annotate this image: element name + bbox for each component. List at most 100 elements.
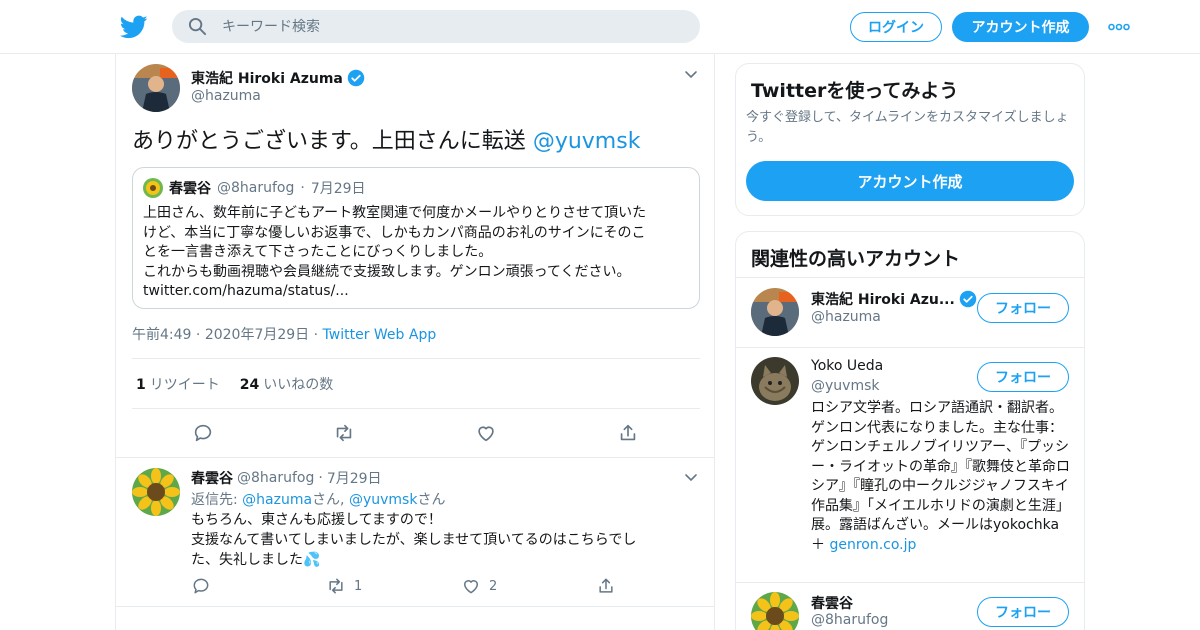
related-account-name[interactable]: 春雲谷 [811, 593, 853, 613]
divider [736, 347, 1084, 348]
follow-button-yuvmsk[interactable]: フォロー [977, 362, 1069, 392]
related-account-name-text: 東浩紀 Hiroki Azu... [811, 292, 955, 308]
reply-suffix: さん [417, 492, 446, 508]
more-dots-icon[interactable] [1108, 20, 1130, 34]
signup-card-button[interactable]: アカウント作成 [746, 161, 1074, 201]
verified-badge-icon [959, 290, 977, 308]
like-stat[interactable]: 24 いいねの数 [240, 374, 333, 394]
retweet-icon[interactable] [333, 422, 355, 444]
dot-separator: · [313, 327, 323, 343]
related-account-name[interactable]: 東浩紀 Hiroki Azu... [811, 289, 977, 309]
reply-mention-hazuma[interactable]: @hazuma [242, 492, 312, 508]
quoted-avatar [143, 178, 163, 198]
reply-author[interactable]: 春雲谷 @8harufog · 7月29日 [191, 468, 382, 488]
tweet-text-content: ありがとうございます。上田さんに転送 [132, 129, 526, 154]
quoted-tweet-header: 春雲谷 @8harufog · 7月29日 [143, 178, 366, 198]
related-avatar-yuvmsk[interactable] [751, 357, 799, 405]
reply-like-count: 2 [489, 578, 498, 594]
related-avatar-8harufog[interactable] [751, 592, 799, 630]
bio-text: ロシア文学者。ロシア語通訳・翻訳者。ゲンロン代表になりました。主な仕事：ゲンロン… [811, 400, 1070, 533]
signup-card: Twitterを使ってみよう 今すぐ登録して、タイムラインをカスタマイズしましょ… [735, 63, 1085, 216]
mention-link[interactable]: @yuvmsk [533, 129, 641, 154]
divider [736, 277, 1084, 278]
divider [116, 457, 714, 458]
quoted-line: これからも動画視聴や会員継続で支援致します。ゲンロン頑張ってください。 [143, 263, 631, 280]
chevron-down-icon[interactable] [684, 70, 698, 80]
quoted-author-handle: @8harufog [217, 180, 295, 196]
divider [736, 582, 1084, 583]
quoted-tweet-text: 上田さん、数年前に子どもアート教室関連で何度かメールやりとりさせて頂いた けど、… [143, 204, 691, 302]
related-account-handle[interactable]: @yuvmsk [811, 378, 879, 394]
tweet-column: 東浩紀 Hiroki Azuma @hazuma ありがとうございます。上田さん… [115, 54, 715, 630]
login-button[interactable]: ログイン [850, 12, 942, 42]
reply-like-action[interactable]: 2 [461, 576, 497, 596]
sunflower-avatar-image [751, 592, 799, 630]
quoted-date: 7月29日 [310, 181, 366, 197]
retweet-stat[interactable]: 1 リツイート [136, 374, 220, 394]
tweet-text: ありがとうございます。上田さんに転送 @yuvmsk [132, 127, 640, 157]
quoted-tweet[interactable]: 春雲谷 @8harufog · 7月29日 上田さん、数年前に子どもアート教室関… [132, 167, 700, 309]
search-box[interactable] [172, 10, 700, 43]
reply-actions: 1 2 [116, 576, 716, 600]
related-account-name[interactable]: Yoko Ueda [811, 358, 883, 374]
sunflower-avatar-image [132, 468, 180, 516]
tweet-source-link[interactable]: Twitter Web App [323, 327, 437, 343]
quoted-line: とを一言書き添えて下さったことにびっくりしました。 [143, 244, 493, 260]
divider [132, 408, 700, 409]
account-bio: ロシア文学者。ロシア語通訳・翻訳者。ゲンロン代表になりました。主な仕事：ゲンロン… [811, 399, 1073, 555]
reply-author-name[interactable]: 春雲谷 [191, 468, 233, 488]
quoted-dot-separator: · [300, 180, 305, 196]
signup-card-description: 今すぐ登録して、タイムラインをカスタマイズしましょう。 [746, 110, 1069, 145]
share-icon [599, 578, 613, 593]
related-avatar-hazuma[interactable] [751, 288, 799, 336]
reply-line: た、失礼しました💦 [191, 552, 321, 568]
twitter-bird-icon[interactable] [120, 13, 148, 41]
reply-icon[interactable] [192, 422, 214, 444]
avatar[interactable] [132, 64, 180, 112]
related-accounts-card: 関連性の高いアカウント 東浩紀 Hiroki Azu... @hazuma フォ… [735, 231, 1085, 630]
verified-badge-icon [347, 69, 365, 87]
reply-dot-separator: · [318, 470, 323, 486]
related-account-handle[interactable]: @8harufog [811, 612, 888, 628]
author-handle[interactable]: @hazuma [191, 88, 261, 104]
reply-mention-yuvmsk[interactable]: @yuvmsk [349, 492, 417, 508]
reply-line: 支援なんて書いてしまいましたが、楽しませて頂いてるのはこちらでし [191, 532, 637, 548]
replying-to: 返信先: @hazumaさん, @yuvmskさん [191, 489, 445, 509]
tweet-actions [116, 422, 716, 446]
reply-reply-action[interactable] [191, 576, 211, 596]
reply-date[interactable]: 7月29日 [327, 468, 382, 488]
author-name[interactable]: 東浩紀 Hiroki Azuma [191, 68, 343, 88]
like-heart-icon[interactable] [475, 422, 497, 444]
dot-separator: · [195, 327, 205, 343]
reply-author-handle[interactable]: @8harufog [237, 470, 314, 486]
tweet-timestamp: 午前4:49 · 2020年7月29日 · Twitter Web App [132, 324, 436, 344]
search-icon [188, 17, 207, 36]
reply-retweet-count: 1 [354, 578, 363, 594]
quoted-line: 上田さん、数年前に子どもアート教室関連で何度かメールやりとりさせて頂いた [143, 205, 647, 221]
replying-to-label: 返信先: [191, 492, 243, 508]
tweet-date[interactable]: 2020年7月29日 [205, 327, 309, 343]
tweet-stats: 1 リツイート 24 いいねの数 [136, 374, 333, 394]
like-count: 24 [239, 377, 260, 393]
reply-icon [193, 578, 209, 594]
tweet-author[interactable]: 東浩紀 Hiroki Azuma [191, 68, 365, 88]
related-account-handle[interactable]: @hazuma [811, 309, 881, 325]
like-label: いいねの数 [263, 377, 334, 393]
reply-share-action[interactable] [596, 576, 616, 596]
reply-line: もちろん、東さんも応援してますので！ [191, 512, 442, 528]
author-avatar-image [132, 64, 180, 112]
follow-button-hazuma[interactable]: フォロー [977, 293, 1069, 323]
reply-retweet-action[interactable]: 1 [326, 576, 362, 596]
signup-button[interactable]: アカウント作成 [952, 12, 1089, 42]
bio-link[interactable]: genron.co.jp [829, 537, 916, 553]
share-icon[interactable] [617, 422, 639, 444]
signup-card-title: Twitterを使ってみよう [751, 80, 959, 102]
tweet-time[interactable]: 午前4:49 [132, 327, 191, 343]
reply-avatar[interactable] [132, 468, 180, 516]
quoted-link[interactable]: twitter.com/hazuma/status/... [143, 282, 691, 302]
cat-avatar-image [751, 357, 799, 405]
retweet-label: リツイート [149, 377, 220, 393]
search-input[interactable] [222, 10, 682, 43]
chevron-down-icon[interactable] [684, 473, 698, 483]
follow-button-8harufog[interactable]: フォロー [977, 597, 1069, 627]
